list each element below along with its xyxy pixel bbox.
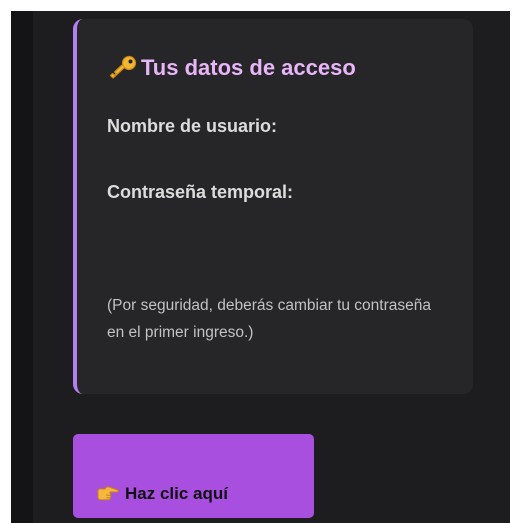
temporary-password-value — [111, 215, 311, 229]
username-label: Nombre de usuario: — [107, 116, 278, 136]
access-credentials-card: Tus datos de acceso Nombre de usuario: C… — [73, 19, 473, 394]
click-here-button-label: Haz clic aquí — [125, 484, 228, 503]
email-viewport: Tus datos de acceso Nombre de usuario: C… — [0, 0, 521, 523]
security-note: (Por seguridad, deberás cambiar tu contr… — [107, 297, 431, 341]
card-title-text: Tus datos de acceso — [141, 55, 356, 80]
click-here-button-content[interactable]: Haz clic aquí — [97, 484, 228, 504]
temporary-password-label: Contraseña temporal: — [107, 182, 294, 202]
card-title: Tus datos de acceso — [107, 55, 356, 81]
right-margin-strip — [510, 11, 521, 523]
key-icon — [107, 55, 137, 81]
left-margin-strip — [11, 11, 33, 523]
pointing-hand-icon — [97, 485, 119, 501]
username-value — [111, 149, 311, 163]
click-here-button[interactable]: Haz clic aquí — [73, 434, 314, 518]
